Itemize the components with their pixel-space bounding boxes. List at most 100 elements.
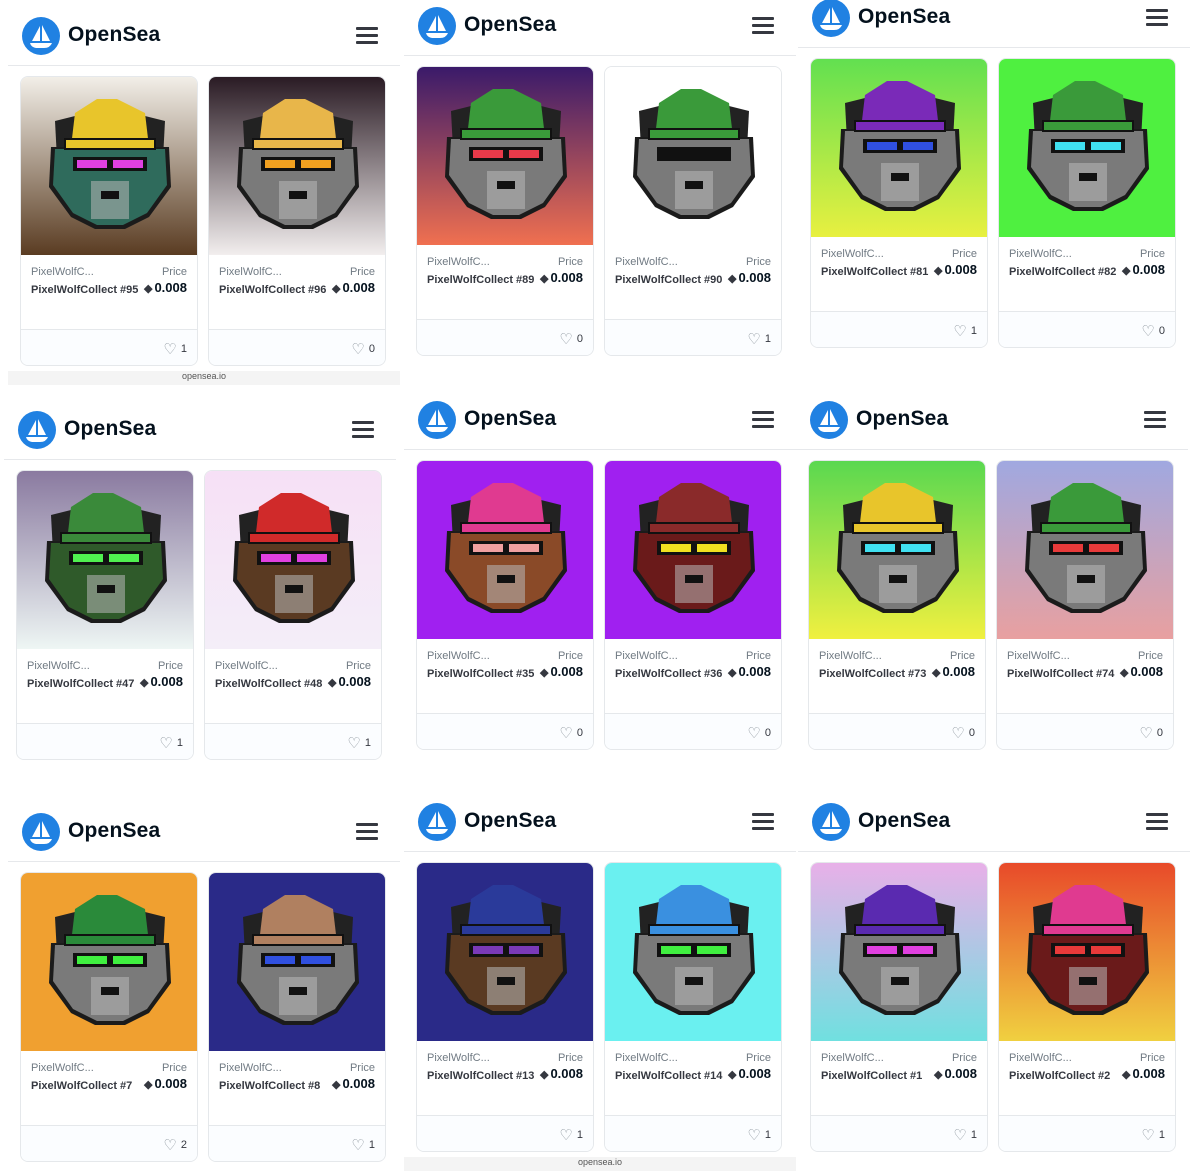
collection-name[interactable]: PixelWolfC... [27,660,90,672]
collection-name[interactable]: PixelWolfC... [821,248,884,260]
nft-name[interactable]: PixelWolfCollect #96 [219,282,329,298]
nft-name[interactable]: PixelWolfCollect #48 [215,676,325,692]
brand-name[interactable]: OpenSea [464,13,556,37]
nft-card[interactable]: PixelWolfC... Price PixelWolfCollect #1 ◆ 0.… [810,862,988,1152]
nft-card[interactable]: PixelWolfC... Price PixelWolfCollect #82 ◆ 0… [998,58,1176,348]
nft-name[interactable]: PixelWolfCollect #7 [31,1078,141,1094]
collection-name[interactable]: PixelWolfC... [1009,248,1072,260]
hamburger-menu-icon[interactable] [1146,9,1168,26]
brand-name[interactable]: OpenSea [64,417,156,441]
collection-name[interactable]: PixelWolfC... [215,660,278,672]
favorite-button[interactable]: ♡ 1 [351,1136,375,1154]
favorite-button[interactable]: ♡ 0 [1139,724,1163,742]
favorite-button[interactable]: ♡ 0 [559,330,583,348]
hamburger-menu-icon[interactable] [356,823,378,840]
collection-name[interactable]: PixelWolfC... [821,1052,884,1064]
favorite-button[interactable]: ♡ 1 [163,340,187,358]
browser-url-bar[interactable]: opensea.io [404,1157,796,1171]
nft-card[interactable]: PixelWolfC... Price PixelWolfCollect #48 ◆ 0… [204,470,382,760]
collection-name[interactable]: PixelWolfC... [427,650,490,662]
browser-url-bar[interactable]: opensea.io [8,371,400,385]
nft-card[interactable]: PixelWolfC... Price PixelWolfCollect #95 ◆ 0… [20,76,198,366]
nft-card[interactable]: PixelWolfC... Price PixelWolfCollect #81 ◆ 0… [810,58,988,348]
hamburger-menu-icon[interactable] [1146,813,1168,830]
nft-image[interactable] [17,471,193,649]
nft-name[interactable]: PixelWolfCollect #90 [615,272,725,288]
nft-name[interactable]: PixelWolfCollect #35 [427,666,537,682]
brand-name[interactable]: OpenSea [464,407,556,431]
nft-image[interactable] [21,873,197,1051]
nft-card[interactable]: PixelWolfC... Price PixelWolfCollect #74 ◆ 0… [996,460,1174,750]
nft-card[interactable]: PixelWolfC... Price PixelWolfCollect #36 ◆ 0… [604,460,782,750]
nft-image[interactable] [605,863,781,1041]
brand-name[interactable]: OpenSea [858,809,950,833]
collection-name[interactable]: PixelWolfC... [615,256,678,268]
opensea-logo-icon[interactable] [22,813,60,851]
favorite-button[interactable]: ♡ 1 [953,322,977,340]
favorite-button[interactable]: ♡ 2 [163,1136,187,1154]
nft-name[interactable]: PixelWolfCollect #89 [427,272,537,288]
hamburger-menu-icon[interactable] [356,27,378,44]
hamburger-menu-icon[interactable] [752,813,774,830]
collection-name[interactable]: PixelWolfC... [819,650,882,662]
collection-name[interactable]: PixelWolfC... [615,650,678,662]
nft-image[interactable] [209,873,385,1051]
nft-name[interactable]: PixelWolfCollect #95 [31,282,141,298]
nft-card[interactable]: PixelWolfC... Price PixelWolfCollect #90 ◆ 0… [604,66,782,356]
nft-image[interactable] [811,863,987,1041]
favorite-button[interactable]: ♡ 0 [951,724,975,742]
nft-card[interactable]: PixelWolfC... Price PixelWolfCollect #14 ◆ 0… [604,862,782,1152]
hamburger-menu-icon[interactable] [352,421,374,438]
nft-name[interactable]: PixelWolfCollect #47 [27,676,137,692]
opensea-logo-icon[interactable] [418,7,456,45]
favorite-button[interactable]: ♡ 0 [559,724,583,742]
favorite-button[interactable]: ♡ 1 [159,734,183,752]
nft-image[interactable] [417,67,593,245]
favorite-button[interactable]: ♡ 1 [953,1126,977,1144]
nft-image[interactable] [205,471,381,649]
nft-image[interactable] [809,461,985,639]
nft-image[interactable] [21,77,197,255]
favorite-button[interactable]: ♡ 0 [1141,322,1165,340]
brand-name[interactable]: OpenSea [858,5,950,29]
opensea-logo-icon[interactable] [812,0,850,37]
nft-image[interactable] [605,461,781,639]
favorite-button[interactable]: ♡ 1 [559,1126,583,1144]
collection-name[interactable]: PixelWolfC... [31,1062,94,1074]
collection-name[interactable]: PixelWolfC... [427,1052,490,1064]
brand-name[interactable]: OpenSea [464,809,556,833]
nft-card[interactable]: PixelWolfC... Price PixelWolfCollect #89 ◆ 0… [416,66,594,356]
nft-card[interactable]: PixelWolfC... Price PixelWolfCollect #96 ◆ 0… [208,76,386,366]
favorite-button[interactable]: ♡ 1 [747,1126,771,1144]
nft-image[interactable] [999,863,1175,1041]
collection-name[interactable]: PixelWolfC... [1009,1052,1072,1064]
favorite-button[interactable]: ♡ 1 [1141,1126,1165,1144]
opensea-logo-icon[interactable] [18,411,56,449]
nft-image[interactable] [997,461,1173,639]
nft-card[interactable]: PixelWolfC... Price PixelWolfCollect #35 ◆ 0… [416,460,594,750]
nft-name[interactable]: PixelWolfCollect #14 [615,1068,725,1084]
nft-card[interactable]: PixelWolfC... Price PixelWolfCollect #2 ◆ 0.… [998,862,1176,1152]
opensea-logo-icon[interactable] [418,803,456,841]
nft-image[interactable] [417,863,593,1041]
favorite-button[interactable]: ♡ 0 [747,724,771,742]
nft-name[interactable]: PixelWolfCollect #8 [219,1078,329,1094]
favorite-button[interactable]: ♡ 1 [747,330,771,348]
nft-card[interactable]: PixelWolfC... Price PixelWolfCollect #13 ◆ 0… [416,862,594,1152]
nft-name[interactable]: PixelWolfCollect #1 [821,1068,931,1084]
nft-name[interactable]: PixelWolfCollect #2 [1009,1068,1119,1084]
nft-image[interactable] [605,67,781,245]
collection-name[interactable]: PixelWolfC... [615,1052,678,1064]
nft-card[interactable]: PixelWolfC... Price PixelWolfCollect #47 ◆ 0… [16,470,194,760]
favorite-button[interactable]: ♡ 0 [351,340,375,358]
hamburger-menu-icon[interactable] [752,17,774,34]
nft-card[interactable]: PixelWolfC... Price PixelWolfCollect #73 ◆ 0… [808,460,986,750]
collection-name[interactable]: PixelWolfC... [1007,650,1070,662]
brand-name[interactable]: OpenSea [856,407,948,431]
nft-name[interactable]: PixelWolfCollect #36 [615,666,725,682]
nft-image[interactable] [811,59,987,237]
collection-name[interactable]: PixelWolfC... [427,256,490,268]
nft-name[interactable]: PixelWolfCollect #73 [819,666,929,682]
nft-card[interactable]: PixelWolfC... Price PixelWolfCollect #7 ◆ 0.… [20,872,198,1162]
nft-image[interactable] [209,77,385,255]
